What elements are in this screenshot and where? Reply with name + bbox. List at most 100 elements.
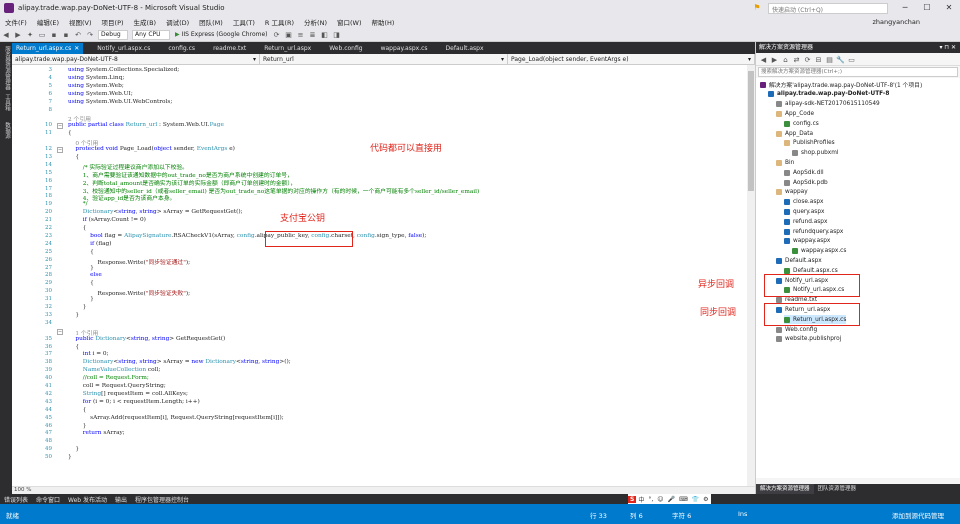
add-to-source-control[interactable]: 添加到源代码管理	[892, 510, 944, 520]
menu-team[interactable]: 团队(M)	[194, 17, 228, 27]
save-all-icon[interactable]: ▪	[61, 30, 71, 40]
tree-item[interactable]: alipay.trade.wap.pay-DoNet-UTF-8	[768, 90, 889, 99]
server-explorer-tab[interactable]: 服务器资源管理器	[1, 46, 11, 90]
class-dropdown[interactable]: Return_url ▾	[260, 54, 508, 65]
editor-horizontal-scrollbar[interactable]: 100 %	[12, 486, 755, 494]
tab-command-window[interactable]: 命令窗口	[32, 495, 64, 504]
code-line[interactable]: return sArray;	[68, 430, 125, 436]
refresh-icon[interactable]: ⟳	[272, 30, 282, 40]
tab-error-list[interactable]: 错误列表	[0, 495, 32, 504]
ime-punctuation-icon[interactable]: °,	[646, 496, 655, 503]
user-name[interactable]: zhangyanchan	[872, 18, 920, 26]
forward-icon[interactable]: ▶	[13, 30, 23, 40]
undo-icon[interactable]: ↶	[73, 30, 83, 40]
show-all-files-icon[interactable]: ▤	[825, 55, 834, 64]
fold-collapse-icon[interactable]: −	[57, 147, 63, 153]
code-line[interactable]: {	[68, 344, 79, 350]
code-line[interactable]: }	[68, 304, 87, 310]
tab-config-cs[interactable]: config.cs	[164, 43, 199, 54]
quick-launch-input[interactable]: 快速启动 (Ctrl+Q)	[768, 2, 888, 14]
tab-return-url-aspx[interactable]: Return_url.aspx	[260, 43, 315, 54]
bookmark-icon[interactable]: ▣	[284, 30, 294, 40]
ime-voice-icon[interactable]: 🎤	[666, 496, 677, 503]
code-line[interactable]: {	[68, 130, 72, 136]
tree-item[interactable]: App_Code	[776, 109, 814, 118]
close-button[interactable]: ✕	[938, 0, 960, 16]
menu-project[interactable]: 项目(P)	[97, 17, 129, 27]
tree-item[interactable]: alipay-sdk-NET20170615110549	[776, 100, 880, 109]
tree-item[interactable]: refundquery.aspx	[784, 227, 843, 236]
data-sources-tab[interactable]: 数据源	[1, 122, 11, 139]
menu-file[interactable]: 文件(F)	[0, 17, 32, 27]
ime-chinese-mode[interactable]: 中	[636, 495, 646, 504]
tab-notify-url-aspx-cs[interactable]: Notify_url.aspx.cs	[93, 43, 154, 54]
menu-analyze[interactable]: 分析(N)	[299, 17, 332, 27]
member-dropdown[interactable]: Page_Load(object sender, EventArgs e) ▾	[508, 54, 755, 65]
ime-logo-icon[interactable]: S	[628, 495, 637, 503]
bookmark-next-icon[interactable]: ◨	[332, 30, 342, 40]
collapse-all-icon[interactable]: ⊟	[814, 55, 823, 64]
code-line[interactable]: int i = 0;	[68, 351, 109, 357]
open-folder-icon[interactable]: ▭	[37, 30, 47, 40]
scroll-thumb[interactable]	[748, 71, 754, 191]
tree-item[interactable]: Web.config	[776, 325, 817, 334]
code-line[interactable]: for (i = 0; i < requestItem.Length; i++)	[68, 399, 200, 405]
solution-search-input[interactable]: 搜索解决方案资源管理器(Ctrl+;)	[758, 67, 958, 77]
tree-item[interactable]: refund.aspx	[784, 217, 827, 226]
bookmark-prev-icon[interactable]: ◧	[320, 30, 330, 40]
tree-item[interactable]: wappay.aspx	[784, 237, 830, 246]
tab-package-manager-console[interactable]: 程序包管理器控制台	[131, 495, 193, 504]
code-line[interactable]: else	[68, 272, 102, 278]
tab-web-config[interactable]: Web.config	[325, 43, 366, 54]
maximize-button[interactable]: ☐	[916, 0, 938, 16]
tree-item[interactable]: shop.pubxml	[792, 149, 839, 158]
tab-team-explorer[interactable]: 团队资源管理器	[814, 484, 861, 494]
code-area[interactable]: using System.Collections.Specialized; usi…	[68, 65, 748, 486]
preview-icon[interactable]: ▭	[847, 55, 856, 64]
code-line[interactable]: Dictionary<string, string> sArray = GetR…	[68, 209, 243, 215]
minimize-button[interactable]: ─	[894, 0, 916, 16]
tree-item[interactable]: AopSdk.dll	[784, 168, 824, 177]
code-line[interactable]: protected void Page_Load(object sender, …	[68, 146, 235, 152]
menu-help[interactable]: 帮助(H)	[366, 17, 399, 27]
code-line[interactable]: {	[68, 225, 87, 231]
code-line[interactable]: }	[68, 296, 94, 302]
home-icon[interactable]: ⌂	[781, 55, 790, 64]
tree-item[interactable]: wappay.aspx.cs	[792, 247, 846, 256]
code-line[interactable]: coll = Request.QueryString;	[68, 383, 166, 389]
new-project-icon[interactable]: ✦	[25, 30, 35, 40]
code-line[interactable]: using System.Web.UI.WebControls;	[68, 99, 172, 105]
tree-item[interactable]: 解决方案'alipay.trade.wap.pay-DoNet-UTF-8'(1…	[760, 80, 922, 89]
configuration-select[interactable]: Debug	[98, 29, 128, 40]
tree-item[interactable]: query.aspx	[784, 207, 824, 216]
code-line[interactable]: if (flag)	[68, 241, 111, 247]
menu-edit[interactable]: 编辑(E)	[32, 17, 64, 27]
code-line[interactable]: {	[68, 154, 79, 160]
menu-tools[interactable]: 工具(T)	[228, 17, 260, 27]
code-line[interactable]: public Dictionary<string, string> GetReq…	[68, 336, 225, 342]
project-dropdown[interactable]: alipay.trade.wap.pay-DoNet-UTF-8 ▾	[12, 54, 260, 65]
code-line[interactable]: using System.Web;	[68, 83, 124, 89]
forward-icon[interactable]: ▶	[770, 55, 779, 64]
toolbox-tab[interactable]: 工具箱	[1, 94, 11, 111]
tab-solution-explorer[interactable]: 解决方案资源管理器	[756, 484, 814, 494]
tree-item[interactable]: PublishProfiles	[784, 139, 835, 148]
menu-debug[interactable]: 调试(D)	[161, 17, 194, 27]
tab-default-aspx[interactable]: Default.aspx	[442, 43, 488, 54]
code-line[interactable]: }	[68, 265, 94, 271]
tree-item[interactable]: website.publishproj	[776, 335, 841, 344]
notification-flag-icon[interactable]: ⚑	[746, 0, 768, 16]
ime-settings-icon[interactable]: ⚙	[701, 496, 710, 503]
tree-item[interactable]: App_Data	[776, 129, 813, 138]
tree-item[interactable]: close.aspx	[784, 198, 823, 207]
tree-item[interactable]: config.cs	[784, 119, 819, 128]
code-line[interactable]: NameValueCollection coll;	[68, 367, 161, 373]
code-line[interactable]: using System.Web.UI;	[68, 91, 133, 97]
code-line[interactable]: sArray.Add(requestItem[i], Request.Query…	[68, 415, 284, 421]
properties-icon[interactable]: 🔧	[836, 55, 845, 64]
platform-select[interactable]: Any CPU	[132, 29, 170, 40]
code-line[interactable]: {	[68, 407, 87, 413]
tree-item[interactable]: wappay	[776, 188, 808, 197]
fold-collapse-icon[interactable]: −	[57, 328, 63, 335]
tab-wappay-aspx-cs[interactable]: wappay.aspx.cs	[377, 43, 432, 54]
